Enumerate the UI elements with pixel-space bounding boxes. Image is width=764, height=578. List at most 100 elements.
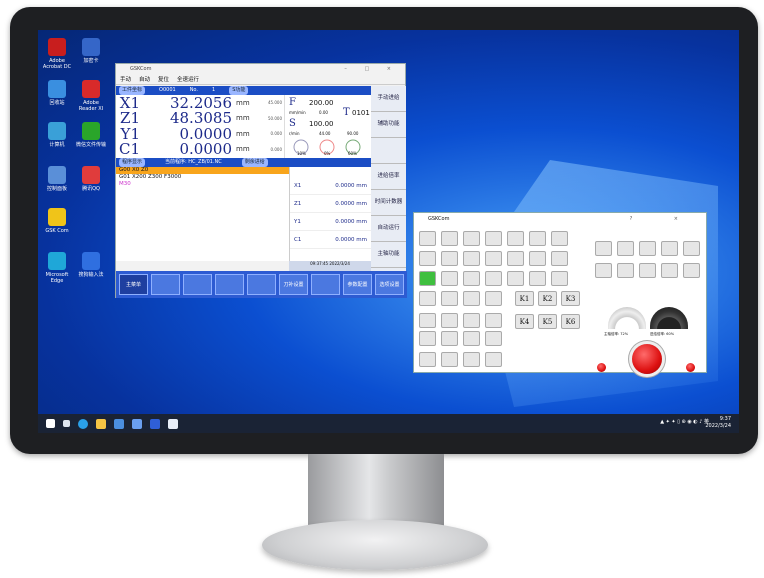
desktop-icon[interactable]: Adobe Acrobat DC [40,38,74,70]
desktop-icon[interactable]: Adobe Reader XI [74,80,108,112]
panel-key[interactable] [441,331,458,346]
panel-key[interactable] [463,231,480,246]
emergency-stop-button[interactable] [632,344,662,374]
panel-app-icon[interactable] [168,418,178,429]
panel-key[interactable] [485,352,502,367]
program-display-tab[interactable]: 程序显示 [119,158,146,167]
side-button-7[interactable]: 主轴功能 [371,242,406,268]
softkey-button[interactable]: 刀补设置 [279,274,308,295]
softkey-button[interactable] [215,274,244,295]
explorer-icon[interactable] [96,418,106,429]
desktop-icon[interactable]: 计算机 [40,122,74,148]
panel-key[interactable] [551,271,568,286]
taskbar-clock[interactable]: 9:37 2022/3/24 [705,416,731,430]
side-button-5[interactable]: 时间计数器 [371,190,406,216]
desktop-icon[interactable]: GSK Com [40,208,74,234]
panel-key[interactable] [463,271,480,286]
softkey-button[interactable] [151,274,180,295]
panel-key[interactable] [661,241,678,256]
k-key-button[interactable]: K4 [515,314,534,329]
panel-key[interactable] [639,241,656,256]
panel-key[interactable] [595,263,612,278]
panel-key[interactable] [485,271,502,286]
softkey-button[interactable] [247,274,276,295]
panel-key[interactable] [441,291,458,306]
tray-icons[interactable]: ▲ ✦ ✦ ▯ ⊕ ◉ ◐ ♪ 英 [660,418,709,425]
panel-key[interactable] [485,231,502,246]
panel-key[interactable] [441,352,458,367]
side-button-6[interactable]: 自动运行 [371,216,406,242]
panel-key[interactable] [463,313,480,328]
panel-red-indicator[interactable] [686,363,695,372]
desktop-icon[interactable]: 微信文件传输 [74,122,108,148]
panel-key[interactable] [419,352,436,367]
side-button-1[interactable]: 手动进给 [371,86,406,112]
remaining-tab[interactable]: 剩余进给 [241,158,268,167]
panel-key[interactable] [595,241,612,256]
toolbar-run-button[interactable]: 全速运行 [177,75,199,83]
panel-key[interactable] [441,251,458,266]
side-button-3[interactable] [371,138,406,164]
panel-key[interactable] [441,313,458,328]
softkey-button[interactable] [183,274,212,295]
desktop-icon[interactable]: 加密卡 [74,38,108,64]
side-button-4[interactable]: 进给倍率 [371,164,406,190]
panel-key[interactable] [507,251,524,266]
panel-key[interactable] [507,271,524,286]
panel-key[interactable] [485,331,502,346]
panel-key[interactable] [529,251,546,266]
panel-key[interactable] [551,231,568,246]
panel-key[interactable] [463,251,480,266]
panel-key[interactable] [419,271,436,286]
toolbar-manual-button[interactable]: 手动 [120,75,131,83]
panel-key[interactable] [463,291,480,306]
panel-key[interactable] [419,291,436,306]
desktop-icon[interactable]: 腾讯QQ [74,166,108,192]
app-icon[interactable] [114,418,124,429]
k-key-button[interactable]: K1 [515,291,534,306]
start-icon[interactable] [46,419,55,428]
panel-key[interactable] [529,231,546,246]
desktop-icon[interactable]: 搜狗输入法 [74,252,108,278]
panel-key[interactable] [617,263,634,278]
panel-key[interactable] [463,331,480,346]
side-button-2[interactable]: 辅助功能 [371,112,406,138]
panel-red-indicator[interactable] [597,363,606,372]
panel-key[interactable] [419,231,436,246]
window-titlebar[interactable]: GSKCom – □ × [116,64,405,74]
control-panel-window[interactable]: GSKCom ? × K1 K2 K3 K4 K5 K6 主轴倍率: 72% 进给倍率: … [413,212,707,374]
system-tray[interactable]: ▲ ✦ ✦ ▯ ⊕ ◉ ◐ ♪ 英 [660,418,709,425]
program-listing[interactable]: G00 X0 Z0 G01 X200 Z300 F3000 M30 [116,167,289,261]
program-line[interactable]: M30 [116,181,289,188]
panel-key[interactable] [441,271,458,286]
panel-key[interactable] [683,263,700,278]
k-key-button[interactable]: K5 [538,314,557,329]
k-key-button[interactable]: K6 [561,314,580,329]
program-line[interactable]: G00 X0 Z0 [116,167,289,174]
gsk-app-icon[interactable] [132,418,142,429]
panel-key[interactable] [617,241,634,256]
app-icon[interactable] [150,418,160,429]
desktop-icon[interactable]: Microsoft Edge [40,252,74,284]
panel-key[interactable] [419,313,436,328]
panel-key[interactable] [551,251,568,266]
panel-window-controls[interactable]: ? × [630,213,698,225]
panel-key[interactable] [639,263,656,278]
panel-key[interactable] [529,271,546,286]
toolbar-reset-button[interactable]: 复位 [158,75,169,83]
panel-key[interactable] [507,231,524,246]
panel-key[interactable] [485,313,502,328]
panel-key[interactable] [419,251,436,266]
desktop-icon[interactable]: 控制面板 [40,166,74,192]
panel-key[interactable] [485,291,502,306]
panel-key[interactable] [441,231,458,246]
task-view-icon[interactable] [63,420,70,427]
panel-key[interactable] [485,251,502,266]
panel-key[interactable] [683,241,700,256]
k-key-button[interactable]: K2 [538,291,557,306]
panel-key[interactable] [661,263,678,278]
softkey-button[interactable]: 主菜单 [119,274,148,295]
k-key-button[interactable]: K3 [561,291,580,306]
desktop-icon[interactable]: 回收站 [40,80,74,106]
panel-key[interactable] [419,331,436,346]
